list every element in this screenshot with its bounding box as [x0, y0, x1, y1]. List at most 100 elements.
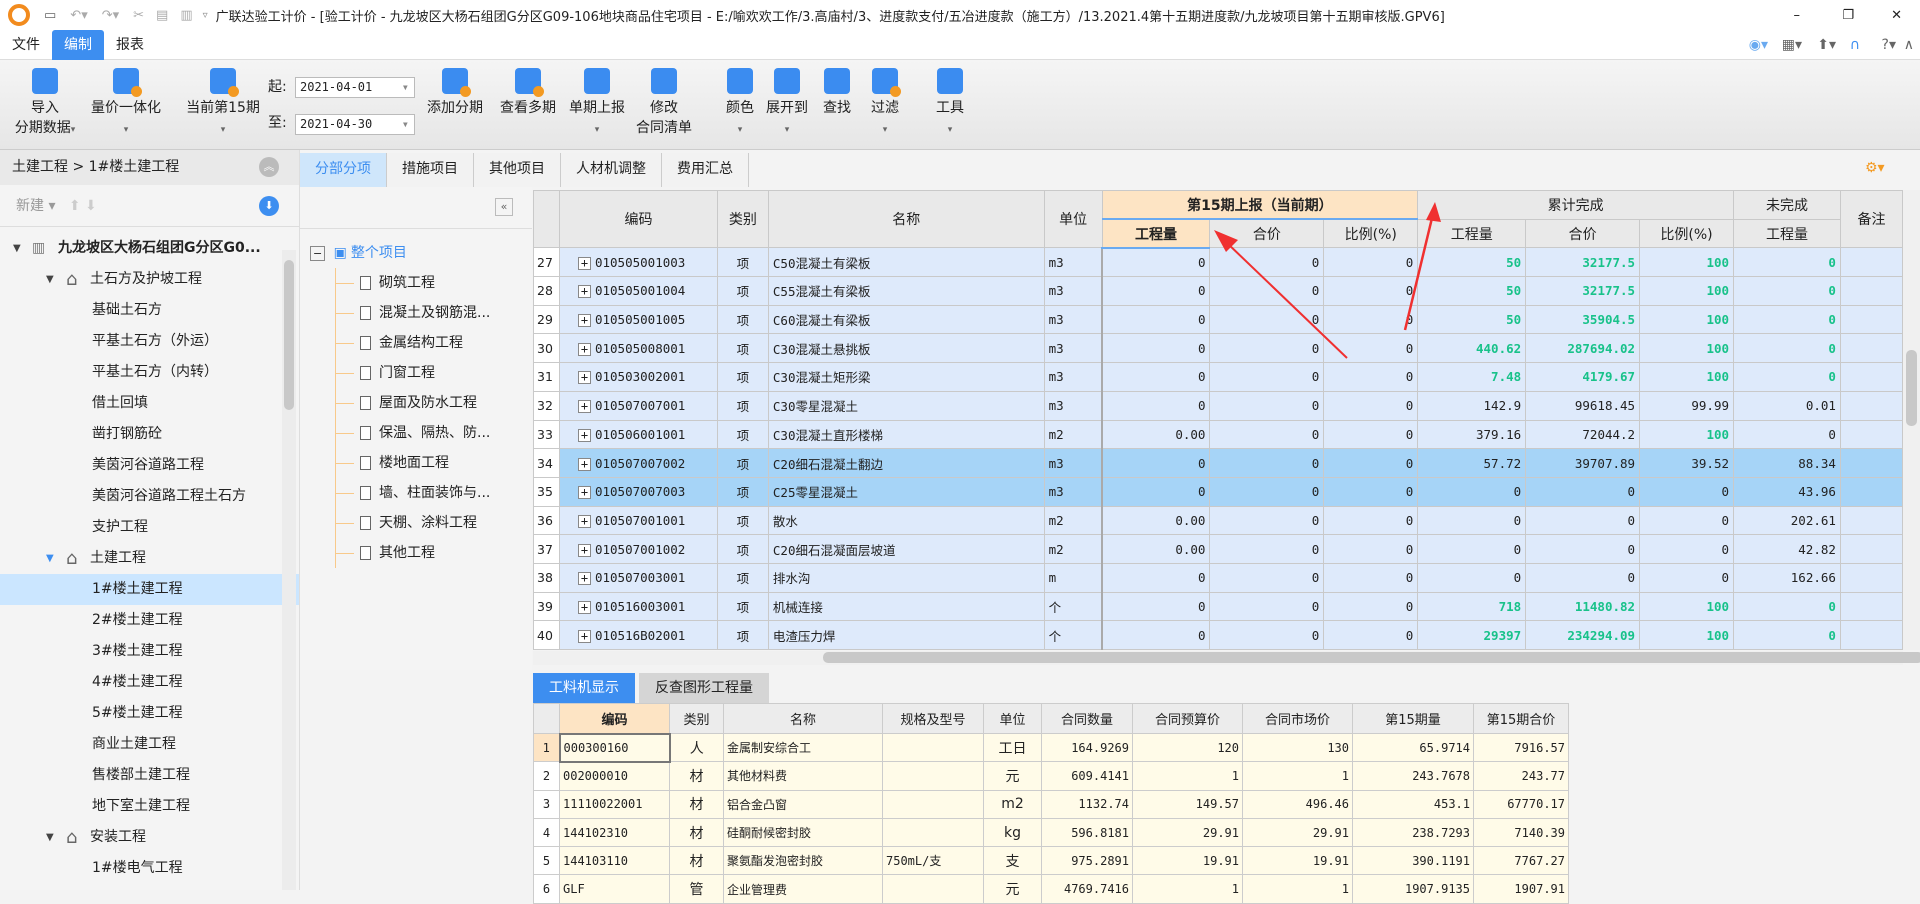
name-cell[interactable]: C60混凝土有梁板 [767, 304, 1045, 335]
remark-cell[interactable] [1839, 476, 1903, 507]
bottom-header[interactable]: 第15期合价 [1473, 703, 1569, 734]
type-cell[interactable]: 项 [716, 362, 769, 392]
type-cell[interactable]: 项 [716, 390, 769, 421]
move-up-icon[interactable]: ⬆ [69, 198, 81, 214]
tree-item[interactable]: 借土回填 [0, 388, 299, 419]
tree-item[interactable]: 地下室土建工程 [0, 791, 299, 822]
current-qty-cell[interactable]: 0 [1101, 247, 1211, 278]
resource-cell[interactable]: 002000010 [559, 761, 670, 791]
resource-cell[interactable] [882, 761, 984, 791]
code-cell[interactable]: +010507003001 [558, 562, 718, 593]
code-cell[interactable]: +010506001001 [558, 419, 718, 450]
resource-cell[interactable]: 238.7293 [1352, 817, 1474, 848]
filter-button[interactable]: 过滤 ▾ [863, 68, 907, 140]
resource-row[interactable]: 6 GLF 管企业管理费元 4769.7416 1 1 1907.9135 1907.91 [533, 874, 1569, 904]
code-cell[interactable]: +010505001005 [558, 304, 718, 335]
resource-cell[interactable]: 元 [983, 874, 1042, 904]
code-cell[interactable]: +010507007003 [558, 476, 718, 507]
start-date-select[interactable]: 2021-04-01 [295, 77, 415, 98]
menu-report[interactable]: 报表 [104, 30, 156, 60]
resource-cell[interactable]: 130 [1242, 732, 1353, 763]
tree-item[interactable]: 1#楼土建工程 [0, 574, 299, 605]
header-remark[interactable]: 备注 [1839, 190, 1903, 249]
unit-cell[interactable]: m3 [1043, 362, 1103, 392]
bottom-header[interactable]: 规格及型号 [882, 703, 984, 734]
header-unit[interactable]: 单位 [1043, 190, 1103, 249]
menu-edit[interactable]: 编制 [52, 29, 104, 60]
resource-cell[interactable]: 材 [669, 846, 724, 876]
remark-cell[interactable] [1839, 591, 1903, 622]
unit-cell[interactable]: m3 [1043, 390, 1103, 421]
type-cell[interactable]: 项 [716, 276, 769, 306]
resource-cell[interactable]: 7140.39 [1473, 817, 1569, 848]
code-cell[interactable]: +010505008001 [558, 333, 718, 364]
current-qty-cell[interactable]: 0.00 [1101, 534, 1211, 564]
resource-cell[interactable]: 29.91 [1242, 817, 1353, 848]
section-item[interactable]: 墙、柱面装饰与... [336, 478, 490, 508]
unit-cell[interactable]: m2 [1043, 534, 1103, 564]
unit-cell[interactable]: m3 [1043, 276, 1103, 306]
resource-cell[interactable] [882, 789, 984, 819]
view-multi-period-button[interactable]: 查看多期 [495, 68, 561, 118]
tree-item[interactable]: 凿打钢筋砼 [0, 419, 299, 450]
add-period-button[interactable]: 添加分期 [422, 68, 488, 118]
section-item[interactable]: 其他工程 [336, 538, 490, 568]
resource-cell[interactable] [882, 874, 984, 904]
expand-plus-icon[interactable]: + [577, 543, 591, 557]
bottom-header[interactable]: 第15期量 [1352, 703, 1474, 734]
new-button[interactable]: 新建 [16, 198, 44, 214]
resource-cell[interactable]: 7916.57 [1473, 732, 1569, 763]
table-row[interactable]: 34 +010507007002 项 C20细石混凝土翻边 m3 0 0 0 57.72 3970… [533, 448, 1903, 478]
tree-item[interactable]: ▼ ⌂ 安装工程 [0, 822, 299, 853]
remark-cell[interactable] [1839, 390, 1903, 421]
tree-item[interactable]: 4#楼土建工程 [0, 667, 299, 698]
resource-cell[interactable]: 材 [669, 817, 724, 848]
remark-cell[interactable] [1839, 620, 1903, 650]
table-row[interactable]: 32 +010507007001 项 C30零星混凝土 m3 0 0 0 142.9 99618.… [533, 390, 1903, 421]
resource-cell[interactable]: GLF [559, 874, 670, 904]
resource-cell[interactable]: 人 [669, 732, 724, 763]
resource-cell[interactable]: 聚氨酯发泡密封胶 [723, 846, 883, 876]
type-cell[interactable]: 项 [716, 304, 769, 335]
resource-cell[interactable]: 其他材料费 [723, 761, 883, 791]
resource-cell[interactable]: 975.2891 [1041, 846, 1133, 876]
tree-item[interactable]: ▼ ⌂ 土建工程 [0, 543, 299, 574]
resource-cell[interactable]: 1132.74 [1041, 789, 1133, 819]
type-cell[interactable]: 项 [716, 534, 769, 564]
section-item[interactable]: 屋面及防水工程 [336, 388, 490, 418]
support-icon[interactable]: ∩ [1850, 37, 1860, 53]
table-row[interactable]: 35 +010507007003 项 C25零星混凝土 m3 0 0 0 0 0 0 43.96 [533, 476, 1903, 507]
import-period-data-button[interactable]: 导入 分期数据▾ [12, 68, 78, 140]
section-item[interactable]: 砌筑工程 [336, 268, 490, 298]
table-row[interactable]: 40 +010516B02001 项电渣压力焊个 0 0 0 29397 234294.09 1… [533, 620, 1903, 650]
expand-to-button[interactable]: 展开到 ▾ [762, 68, 812, 140]
name-cell[interactable]: C20细石混凝土翻边 [767, 448, 1045, 478]
tree-item[interactable]: 1#楼电气工程 [0, 853, 299, 884]
section-item[interactable]: 混凝土及钢筋混... [336, 298, 490, 328]
header-name[interactable]: 名称 [767, 190, 1045, 249]
current-qty-cell[interactable]: 0 [1101, 304, 1211, 335]
resource-cell[interactable]: 支 [983, 846, 1042, 876]
resource-cell[interactable]: 144103110 [559, 846, 670, 876]
move-down-icon[interactable]: ⬇ [85, 198, 97, 214]
help-icon[interactable]: ?▾ [1882, 37, 1896, 53]
tab-reverse-lookup-quantity[interactable]: 反查图形工程量 [639, 673, 769, 703]
code-cell[interactable]: +010516003001 [558, 591, 718, 622]
name-cell[interactable]: 排水沟 [767, 562, 1045, 593]
remark-cell[interactable] [1839, 362, 1903, 392]
unit-cell[interactable]: m3 [1043, 448, 1103, 478]
remark-cell[interactable] [1839, 505, 1903, 536]
remark-cell[interactable] [1839, 562, 1903, 593]
bottom-header[interactable]: 合同预算价 [1132, 703, 1243, 734]
remark-cell[interactable] [1839, 276, 1903, 306]
name-cell[interactable]: C30混凝土矩形梁 [767, 362, 1045, 392]
table-row[interactable]: 39 +010516003001 项机械连接个 0 0 0 718 11480.82 100 0 [533, 591, 1903, 622]
unit-cell[interactable]: m [1043, 562, 1103, 593]
tree-item[interactable]: 支护工程 [0, 512, 299, 543]
resource-cell[interactable]: 工日 [983, 732, 1042, 763]
row-number[interactable]: 30 [533, 333, 560, 364]
find-button[interactable]: 查找 [815, 68, 859, 118]
resource-row[interactable]: 2 002000010 材其他材料费元 609.4141 1 1 243.7678 243.7… [533, 761, 1569, 791]
name-cell[interactable]: C30混凝土悬挑板 [767, 333, 1045, 364]
name-cell[interactable]: C25零星混凝土 [767, 476, 1045, 507]
